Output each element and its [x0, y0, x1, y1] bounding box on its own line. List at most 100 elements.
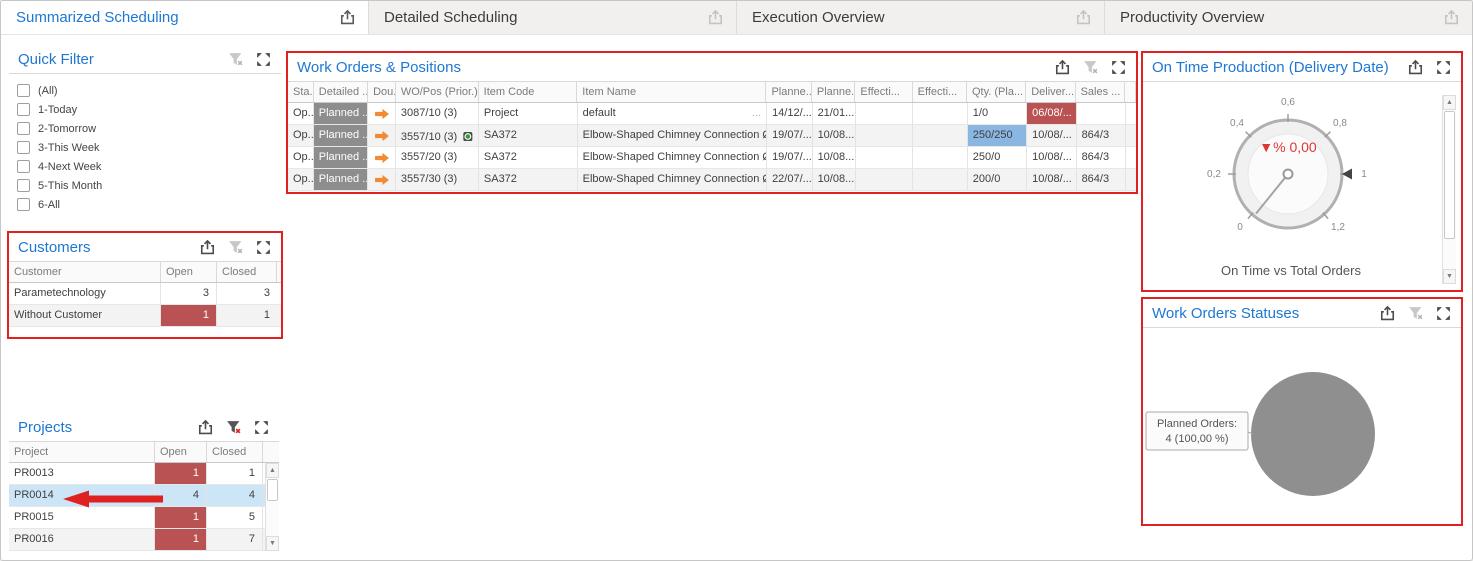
checkbox[interactable] — [17, 84, 30, 97]
column-header-effective-start[interactable]: Effecti... — [855, 82, 912, 102]
export-icon[interactable] — [707, 9, 724, 26]
clear-filter-icon[interactable] — [1407, 305, 1424, 322]
export-icon[interactable] — [1443, 9, 1460, 26]
checkbox[interactable] — [17, 141, 30, 154]
checkbox[interactable] — [17, 179, 30, 192]
filter-option-this-month[interactable]: 5-This Month — [17, 176, 281, 195]
column-header-open[interactable]: Open — [161, 262, 217, 282]
table-row[interactable]: Op... Planned ... 3087/10 (3) Project de… — [288, 103, 1136, 125]
column-header-detailed[interactable]: Detailed ... — [314, 82, 368, 102]
quick-filter-header: Quick Filter — [9, 45, 281, 74]
export-icon[interactable] — [197, 419, 214, 436]
item-code: SA372 — [479, 169, 578, 190]
tab-label: Summarized Scheduling — [16, 9, 339, 26]
scroll-down-button[interactable]: ▼ — [266, 536, 279, 551]
scroll-down-button[interactable]: ▼ — [1443, 269, 1456, 284]
maximize-icon[interactable] — [255, 239, 272, 256]
tab-summarized-scheduling[interactable]: Summarized Scheduling — [1, 1, 368, 34]
tab-productivity-overview[interactable]: Productivity Overview — [1104, 1, 1472, 34]
orange-right-arrow-icon — [374, 174, 390, 186]
column-header-qty[interactable]: Qty. (Pla... — [967, 82, 1026, 102]
checkbox[interactable] — [17, 103, 30, 116]
scrollbar-thumb[interactable] — [267, 479, 278, 501]
column-header-item-code[interactable]: Item Code — [479, 82, 578, 102]
maximize-icon[interactable] — [1435, 305, 1452, 322]
item-name-text: default — [583, 107, 616, 124]
column-header-project[interactable]: Project — [9, 442, 155, 462]
filter-option-this-week[interactable]: 3-This Week — [17, 138, 281, 157]
table-row[interactable]: Without Customer 1 1 — [9, 305, 281, 327]
table-row[interactable]: Parametechnology 3 3 — [9, 283, 281, 305]
closed-count: 5 — [207, 507, 263, 528]
column-header-closed[interactable]: Closed — [207, 442, 263, 462]
projects-rows: PR0013 1 1 PR0014 4 4 PR0015 1 5 PR0016 … — [9, 463, 279, 551]
maximize-icon[interactable] — [1110, 59, 1127, 76]
column-header-item-name[interactable]: Item Name — [577, 82, 766, 102]
vertical-scrollbar[interactable]: ▲ ▼ — [1442, 95, 1456, 284]
qty-planned: 250/0 — [968, 147, 1027, 168]
column-header-dou[interactable]: Dou... — [368, 82, 396, 102]
column-header-customer[interactable]: Customer — [9, 262, 161, 282]
priority-arrow-cell — [368, 103, 396, 124]
tab-execution-overview[interactable]: Execution Overview — [736, 1, 1104, 34]
export-icon[interactable] — [1407, 59, 1424, 76]
maximize-icon[interactable] — [253, 419, 270, 436]
filter-option-next-week[interactable]: 4-Next Week — [17, 157, 281, 176]
orange-right-arrow-icon — [374, 130, 390, 142]
filler-cell — [1126, 147, 1136, 168]
filter-option-label: 5-This Month — [38, 180, 102, 192]
filter-option-6-all[interactable]: 6-All — [17, 195, 281, 214]
panel-title: Quick Filter — [18, 51, 94, 68]
table-row-selected[interactable]: PR0014 4 4 — [9, 485, 279, 507]
status: Op... — [288, 147, 314, 168]
gauge-value: ▼% 0,00 — [1259, 139, 1317, 155]
gauge-hub — [1284, 170, 1293, 179]
column-header-open[interactable]: Open — [155, 442, 207, 462]
column-header-deliver[interactable]: Deliver... — [1026, 82, 1075, 102]
export-icon[interactable] — [199, 239, 216, 256]
closed-count: 3 — [217, 283, 277, 304]
callout-line2: 4 (100,00 %) — [1166, 433, 1229, 445]
pie-slice-planned-orders[interactable] — [1251, 372, 1375, 496]
status: Op... — [288, 169, 314, 190]
column-header-sales[interactable]: Sales ... — [1076, 82, 1125, 102]
scrollbar-thumb[interactable] — [1444, 111, 1455, 239]
filter-option-today[interactable]: 1-Today — [17, 100, 281, 119]
scroll-up-button[interactable]: ▲ — [266, 463, 279, 478]
quick-filter-panel: Quick Filter (All) 1-Today 2-Tomorrow 3-… — [9, 45, 281, 225]
checkbox[interactable] — [17, 160, 30, 173]
table-row[interactable]: PR0016 1 7 — [9, 529, 279, 551]
clear-filter-icon[interactable] — [1082, 59, 1099, 76]
table-row[interactable]: PR0013 1 1 — [9, 463, 279, 485]
column-header-planned-end[interactable]: Planne... — [812, 82, 855, 102]
clear-filter-active-icon[interactable] — [225, 419, 242, 436]
column-header-effective-end[interactable]: Effecti... — [913, 82, 967, 102]
vertical-scrollbar[interactable]: ▲ ▼ — [265, 463, 279, 551]
export-icon[interactable] — [339, 9, 356, 26]
column-header-wopos[interactable]: WO/Pos (Prior.) — [396, 82, 479, 102]
column-header-closed[interactable]: Closed — [217, 262, 277, 282]
clear-filter-icon[interactable] — [227, 239, 244, 256]
filter-option-all[interactable]: (All) — [17, 81, 281, 100]
checkbox[interactable] — [17, 198, 30, 211]
tab-detailed-scheduling[interactable]: Detailed Scheduling — [368, 1, 736, 34]
clear-filter-icon[interactable] — [227, 51, 244, 68]
export-icon[interactable] — [1054, 59, 1071, 76]
wo-pos: 3557/20 (3) — [396, 147, 479, 168]
filter-option-label: 3-This Week — [38, 142, 100, 154]
table-row[interactable]: Op... Planned ... 3557/20 (3) SA372 Elbo… — [288, 147, 1136, 169]
export-icon[interactable] — [1075, 9, 1092, 26]
scroll-up-button[interactable]: ▲ — [1443, 95, 1456, 110]
tick-label: 0 — [1237, 222, 1243, 233]
maximize-icon[interactable] — [255, 51, 272, 68]
checkbox[interactable] — [17, 122, 30, 135]
panel-title: Work Orders & Positions — [297, 59, 461, 76]
table-row[interactable]: PR0015 1 5 — [9, 507, 279, 529]
table-row[interactable]: Op... Planned ... 3557/10 (3) SA372 Elbo… — [288, 125, 1136, 147]
column-header-status[interactable]: Sta... — [288, 82, 314, 102]
export-icon[interactable] — [1379, 305, 1396, 322]
maximize-icon[interactable] — [1435, 59, 1452, 76]
filter-option-tomorrow[interactable]: 2-Tomorrow — [17, 119, 281, 138]
table-row[interactable]: Op... Planned ... 3557/30 (3) SA372 Elbo… — [288, 169, 1136, 191]
column-header-planned-start[interactable]: Planne... — [766, 82, 811, 102]
